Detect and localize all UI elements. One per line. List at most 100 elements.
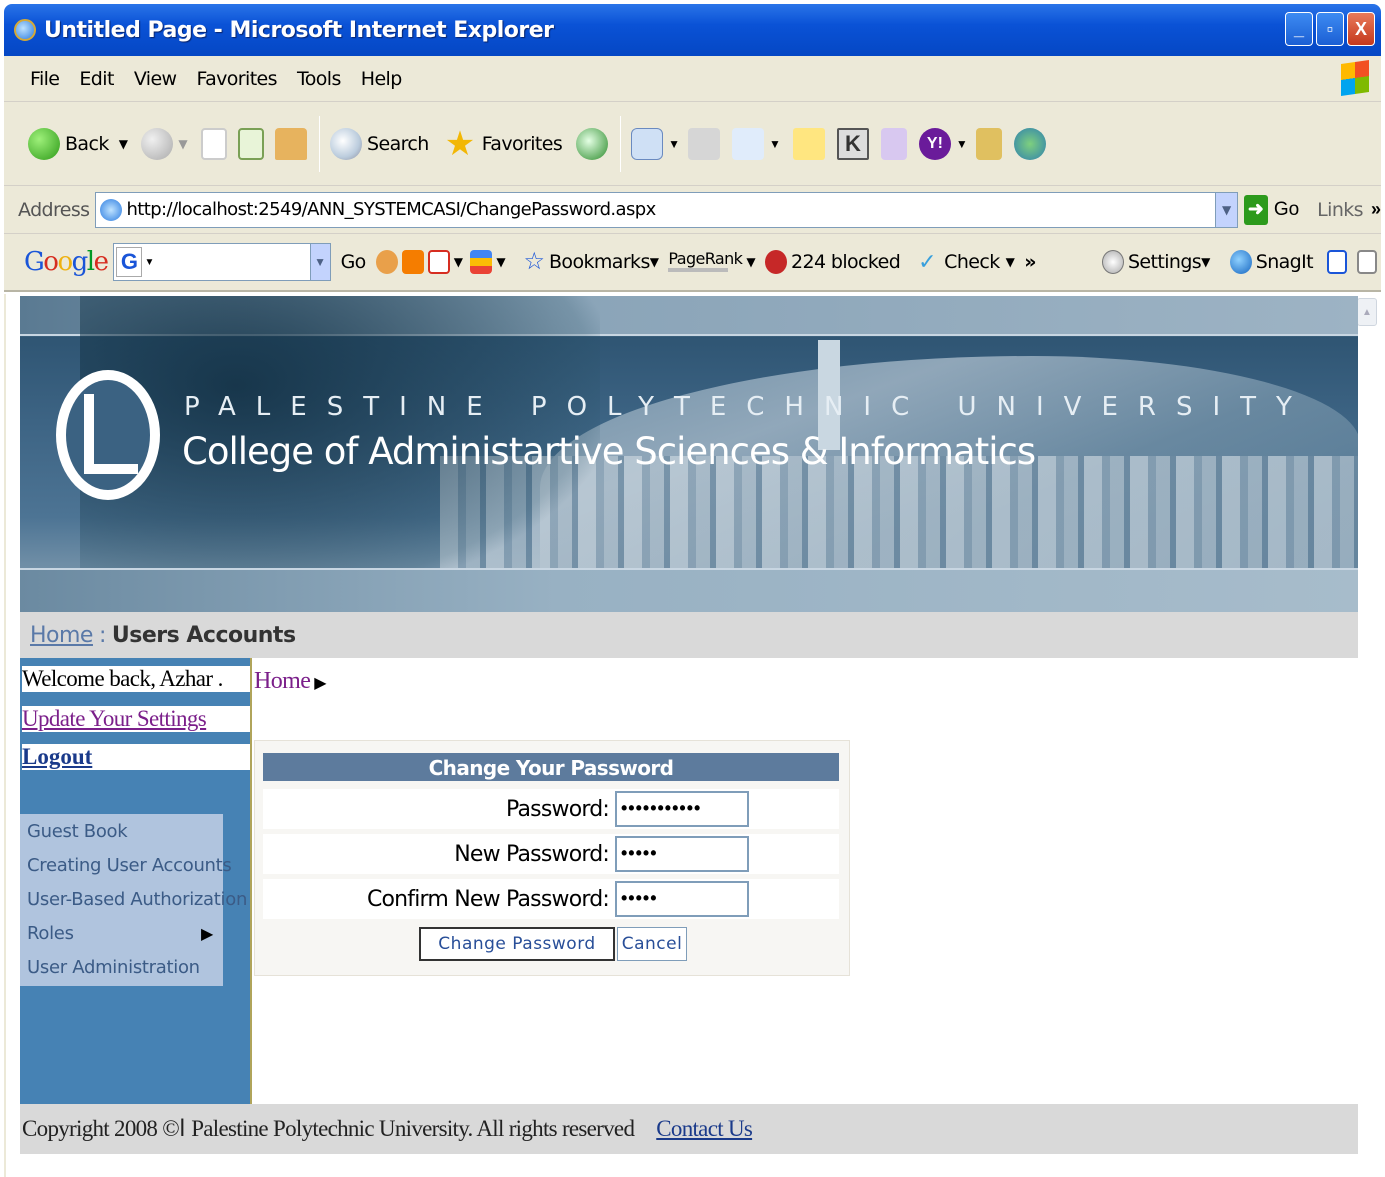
popup-blocker-button[interactable]: 224 blocked <box>764 250 901 274</box>
content-home-link[interactable]: Home ▶ <box>254 668 327 695</box>
edit-dropdown-icon[interactable]: ▼ <box>769 137 781 151</box>
sidebar-item-user-administration[interactable]: User Administration <box>20 950 223 984</box>
new-password-field[interactable]: ••••• <box>615 836 749 872</box>
google-toolbar: Google G ▼ ▼ Go ▼ ▼ ☆ Bookmarks ▼ PageRa… <box>4 234 1381 292</box>
snagit-edit-icon[interactable] <box>1357 250 1377 274</box>
home-icon[interactable] <box>275 127 308 160</box>
site-banner: PALESTINE POLYTECHNIC UNIVERSITY College… <box>20 296 1358 612</box>
research-icon[interactable] <box>880 127 907 160</box>
menu-favorites[interactable]: Favorites <box>197 68 278 90</box>
mail-icon[interactable] <box>631 127 664 160</box>
sidebar-item-roles[interactable]: Roles ▶ <box>20 916 223 950</box>
submenu-arrow-icon: ▶ <box>200 923 213 943</box>
discuss-icon[interactable] <box>792 127 825 160</box>
links-chevron-icon[interactable]: » <box>1371 199 1381 220</box>
k-icon[interactable]: K <box>836 127 869 160</box>
go-button[interactable]: ➜ Go <box>1243 194 1299 225</box>
change-password-button[interactable]: Change Password <box>419 927 615 961</box>
snagit-label: SnagIt <box>1255 251 1314 273</box>
breadcrumb-home-link[interactable]: Home <box>30 623 93 648</box>
yahoo-dropdown-icon[interactable]: ▼ <box>956 137 968 151</box>
sidebar-item-user-based-authorization[interactable]: User-Based Authorization <box>20 882 247 916</box>
breadcrumb-current: Users Accounts <box>111 622 296 648</box>
sidebar-item-creating-user-accounts[interactable]: Creating User Accounts <box>20 848 232 882</box>
pagerank-bar <box>668 268 729 272</box>
links-button[interactable]: Links <box>1317 199 1363 221</box>
sidebar-item-guest-book[interactable]: Guest Book <box>20 814 223 848</box>
blogger-icon[interactable] <box>401 250 424 274</box>
settings-icon <box>1101 250 1124 274</box>
yahoo-icon[interactable]: Y! <box>918 127 951 160</box>
sidebar-item-label: Roles <box>27 922 74 944</box>
sidebar-menu: Guest Book Creating User Accounts User-B… <box>20 814 247 986</box>
welcome-message: Welcome back, Azhar . <box>22 666 250 692</box>
bookmarks-button[interactable]: ☆ Bookmarks ▼ <box>523 249 659 274</box>
refresh-icon[interactable] <box>238 127 265 160</box>
messenger-icon[interactable] <box>1013 127 1046 160</box>
spellcheck-button[interactable]: ✓ Check ▼ <box>918 250 1015 275</box>
address-input[interactable]: http://localhost:2549/ANN_SYSTEMCASI/Cha… <box>95 191 1238 228</box>
bookmarks-label: Bookmarks <box>549 251 650 273</box>
address-dropdown-icon[interactable]: ▼ <box>1214 192 1237 227</box>
banner-bottom-strip <box>20 568 1358 612</box>
forward-button[interactable]: ▼ <box>141 127 188 160</box>
update-settings-link[interactable]: Update Your Settings <box>22 706 250 732</box>
minimize-button[interactable]: _ <box>1285 12 1313 46</box>
pagerank-button[interactable]: PageRank ▼ <box>668 251 756 272</box>
page-icon <box>100 198 123 221</box>
print-icon[interactable] <box>688 127 721 160</box>
menu-tools[interactable]: Tools <box>297 68 341 90</box>
password-field[interactable]: ••••••••••• <box>615 791 749 827</box>
google-g-dropdown-icon[interactable]: ▼ <box>144 257 154 268</box>
menu-view[interactable]: View <box>134 68 177 90</box>
settings-button[interactable]: Settings ▼ <box>1101 250 1210 274</box>
menu-file[interactable]: File <box>30 68 60 90</box>
favorites-button[interactable]: ★ Favorites <box>443 127 563 161</box>
spellcheck-icon: ✓ <box>918 250 937 275</box>
blocked-count: 224 blocked <box>790 251 901 273</box>
change-password-panel: Change Your Password Password: •••••••••… <box>254 740 850 976</box>
browser-viewport[interactable]: ▲ PALESTINE POLYTECHNIC UNIVERSITY Colle… <box>4 294 1381 1177</box>
menu-edit[interactable]: Edit <box>79 68 114 90</box>
snagit-window-icon[interactable] <box>1327 250 1347 274</box>
contact-us-link[interactable]: Contact Us <box>656 1116 753 1142</box>
mail-dropdown-icon[interactable]: ▼ <box>668 137 680 151</box>
google-logo[interactable]: Google <box>24 247 109 277</box>
tool-icon[interactable] <box>975 127 1002 160</box>
snagit-button[interactable]: SnagIt <box>1229 250 1314 274</box>
maximize-button[interactable]: ▫ <box>1316 12 1344 46</box>
college-name: College of Administartive Sciences & Inf… <box>182 430 1036 473</box>
google-search-input[interactable]: G ▼ ▼ <box>113 243 331 281</box>
google-quick-icons: ▼ ▼ <box>375 250 506 274</box>
scrollbar-up-icon[interactable]: ▲ <box>1357 298 1377 326</box>
back-button[interactable]: Back ▼ <box>28 127 128 160</box>
toolbar-separator <box>620 115 622 172</box>
gmail-dropdown-icon[interactable]: ▼ <box>454 255 463 269</box>
new-password-label: New Password: <box>454 842 610 867</box>
google-go-button[interactable]: Go <box>341 251 367 273</box>
edit-icon[interactable] <box>732 127 765 160</box>
google-input-dropdown-icon[interactable]: ▼ <box>309 244 330 280</box>
logout-link[interactable]: Logout <box>22 744 250 770</box>
gmail-icon[interactable] <box>427 250 450 274</box>
settings-dropdown-icon: ▼ <box>1201 255 1210 269</box>
menu-help[interactable]: Help <box>361 68 403 90</box>
forward-dropdown-icon[interactable]: ▼ <box>178 137 187 151</box>
go-arrow-icon: ➜ <box>1243 194 1268 225</box>
picasa-dropdown-icon[interactable]: ▼ <box>496 255 505 269</box>
window-controls: _ ▫ X <box>1285 12 1375 46</box>
history-icon[interactable] <box>576 127 609 160</box>
cancel-button[interactable]: Cancel <box>617 927 687 961</box>
stop-icon[interactable] <box>201 127 228 160</box>
back-dropdown-icon[interactable]: ▼ <box>119 137 128 151</box>
standard-toolbar: Back ▼ ▼ Search ★ Favorites ▼ ▼ K Y! ▼ <box>4 102 1381 186</box>
google-more-chevron-icon[interactable]: » <box>1024 251 1036 273</box>
confirm-password-field[interactable]: ••••• <box>615 881 749 917</box>
picasa-icon[interactable] <box>470 250 493 274</box>
search-button[interactable]: Search <box>330 127 429 160</box>
popup-blocker-icon <box>764 250 787 274</box>
windows-logo-icon <box>1341 60 1369 96</box>
window-titlebar[interactable]: Untitled Page - Microsoft Internet Explo… <box>4 4 1381 56</box>
close-button[interactable]: X <box>1347 12 1375 46</box>
news-icon[interactable] <box>375 250 398 274</box>
